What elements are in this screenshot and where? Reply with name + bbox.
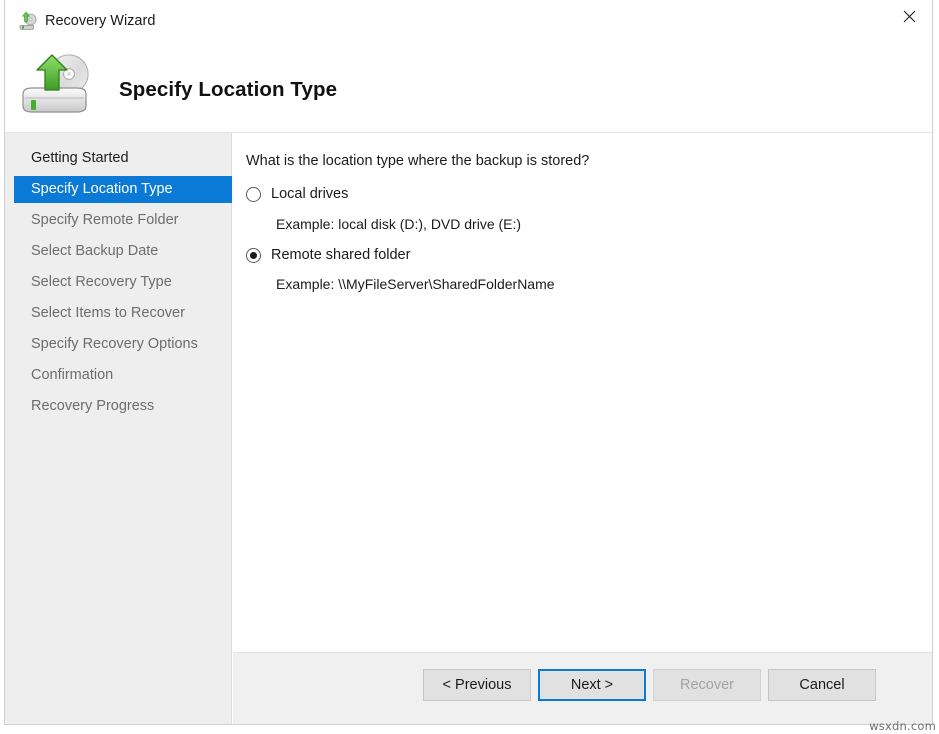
sidebar-item-recovery-progress[interactable]: Recovery Progress [5,393,231,420]
wizard-sidebar: Getting Started Specify Location Type Sp… [5,133,232,724]
sidebar-item-select-backup-date[interactable]: Select Backup Date [5,238,231,265]
sidebar-item-specify-location-type[interactable]: Specify Location Type [14,176,232,203]
question-label: What is the location type where the back… [246,153,589,169]
radio-label-local-drives: Local drives [271,186,348,202]
close-icon[interactable] [886,0,932,33]
recovery-disk-icon [18,11,38,31]
content-pane: What is the location type where the back… [233,133,932,724]
next-button[interactable]: Next > [538,669,646,701]
previous-button[interactable]: < Previous [423,669,531,701]
wizard-step-list: Getting Started Specify Location Type Sp… [5,145,231,424]
sidebar-item-getting-started[interactable]: Getting Started [5,145,231,172]
wizard-header: Specify Location Type [5,42,932,133]
example-local-drives: Example: local disk (D:), DVD drive (E:) [276,216,521,232]
page-title: Specify Location Type [119,78,337,102]
sidebar-item-select-items-to-recover[interactable]: Select Items to Recover [5,300,231,327]
window-title: Recovery Wizard [45,13,155,30]
radio-label-remote-shared-folder: Remote shared folder [271,247,410,263]
wizard-footer: < Previous Next > Recover Cancel [233,652,932,724]
radio-button-local-drives[interactable] [246,187,261,202]
example-remote-shared-folder: Example: \\MyFileServer\SharedFolderName [276,276,555,292]
sidebar-item-select-recovery-type[interactable]: Select Recovery Type [5,269,231,296]
radio-option-local-drives[interactable]: Local drives [246,186,348,202]
sidebar-item-specify-recovery-options[interactable]: Specify Recovery Options [5,331,231,358]
radio-button-remote-shared-folder[interactable] [246,248,261,263]
recovery-disk-large-icon [19,52,101,116]
cancel-button[interactable]: Cancel [768,669,876,701]
sidebar-item-confirmation[interactable]: Confirmation [5,362,231,389]
recovery-wizard-window: Recovery Wizard [4,0,933,725]
wizard-body: Getting Started Specify Location Type Sp… [5,133,932,724]
watermark: wsxdn.com [869,719,936,733]
recover-button: Recover [653,669,761,701]
title-bar: Recovery Wizard [5,0,932,42]
radio-option-remote-shared-folder[interactable]: Remote shared folder [246,247,410,263]
sidebar-item-specify-remote-folder[interactable]: Specify Remote Folder [5,207,231,234]
